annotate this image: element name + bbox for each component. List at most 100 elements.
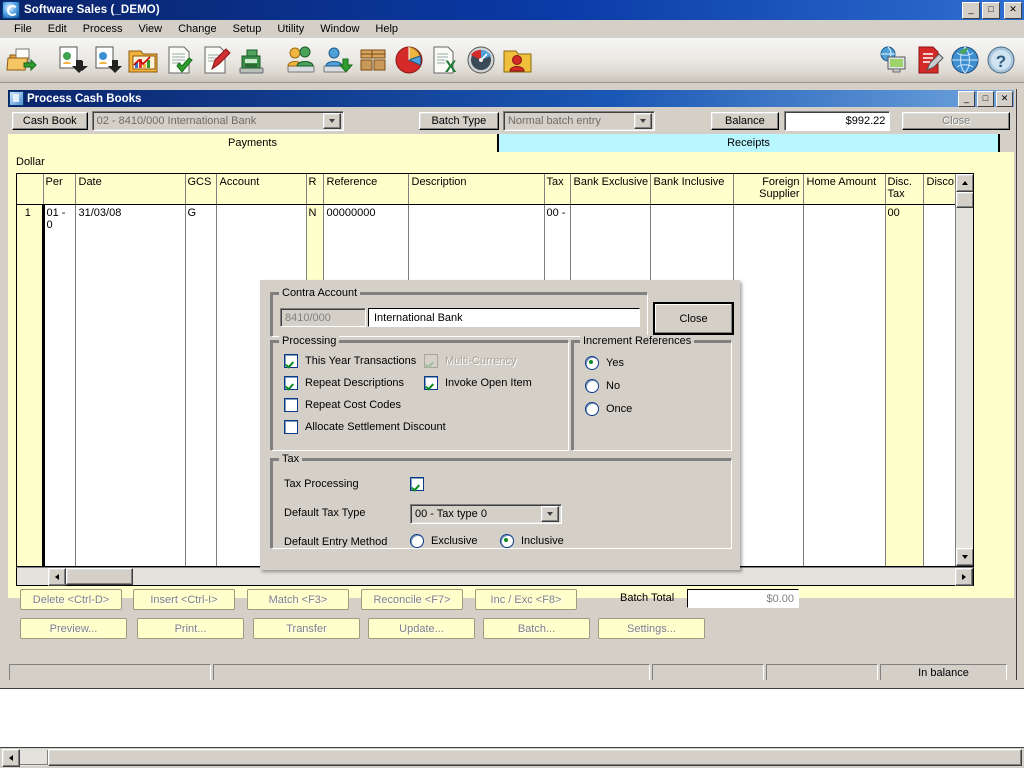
col-header-r[interactable]: R bbox=[306, 174, 324, 205]
supplier-invoice-down-icon[interactable] bbox=[90, 43, 124, 77]
col-header-foreign-supplier[interactable]: Foreign Supplier bbox=[733, 174, 804, 205]
checkbox-invoke-open-item[interactable]: Invoke Open Item bbox=[424, 376, 532, 390]
remote-desktop-icon[interactable] bbox=[876, 43, 910, 77]
cell-date[interactable]: 31/03/08 bbox=[75, 204, 186, 566]
col-header-date[interactable]: Date bbox=[75, 174, 186, 205]
inventory-boxes-icon[interactable] bbox=[356, 43, 390, 77]
child-minimize-button[interactable]: _ bbox=[958, 91, 975, 107]
col-header-disc-tax[interactable]: Disc. Tax bbox=[885, 174, 924, 205]
horizontal-scroll-thumb[interactable] bbox=[66, 568, 133, 585]
internet-globe-icon[interactable] bbox=[948, 43, 982, 77]
transfer-button[interactable]: Transfer bbox=[253, 618, 360, 639]
tab-receipts[interactable]: Receipts bbox=[499, 134, 1000, 152]
menu-file[interactable]: File bbox=[6, 22, 40, 36]
scroll-down-button[interactable] bbox=[956, 548, 973, 566]
menu-utility[interactable]: Utility bbox=[269, 22, 312, 36]
col-header-rowno[interactable] bbox=[17, 174, 44, 205]
scroll-left-button[interactable] bbox=[48, 567, 66, 586]
notes-edit-icon[interactable] bbox=[912, 43, 946, 77]
dialog-close-button[interactable]: Close bbox=[653, 302, 734, 335]
scroll-up-button[interactable] bbox=[956, 174, 973, 192]
radio-increment-yes[interactable]: Yes bbox=[585, 356, 624, 370]
customers-group-icon[interactable] bbox=[284, 43, 318, 77]
checkbox-repeat-descriptions[interactable]: Repeat Descriptions bbox=[284, 376, 404, 390]
close-cashbook-button[interactable]: Close bbox=[902, 111, 1011, 130]
menu-change[interactable]: Change bbox=[170, 22, 225, 36]
radio-increment-no[interactable]: No bbox=[585, 379, 620, 393]
dashboard-gauge-icon[interactable] bbox=[464, 43, 498, 77]
menu-view[interactable]: View bbox=[130, 22, 170, 36]
menu-setup[interactable]: Setup bbox=[225, 22, 270, 36]
cell-gcs[interactable]: G bbox=[185, 204, 217, 566]
balance-button[interactable]: Balance bbox=[711, 111, 779, 130]
open-folder-export-icon[interactable] bbox=[4, 43, 38, 77]
menu-help[interactable]: Help bbox=[367, 22, 406, 36]
col-header-description[interactable]: Description bbox=[408, 174, 545, 205]
child-maximize-button[interactable]: □ bbox=[977, 91, 994, 107]
main-scroll-left-button[interactable] bbox=[2, 748, 20, 767]
col-header-tax[interactable]: Tax bbox=[544, 174, 571, 205]
checkbox-tax-processing[interactable] bbox=[410, 477, 424, 491]
radio-increment-once[interactable]: Once bbox=[585, 402, 632, 416]
settings-button[interactable]: Settings... bbox=[598, 618, 705, 639]
svg-text:X: X bbox=[445, 57, 457, 76]
match-button[interactable]: Match <F3> bbox=[247, 589, 349, 610]
batch-button[interactable]: Batch... bbox=[483, 618, 590, 639]
batch-type-select[interactable]: Normal batch entry bbox=[502, 110, 656, 131]
col-header-gcs[interactable]: GCS bbox=[185, 174, 217, 205]
cell-disc-tax[interactable]: 00 bbox=[885, 204, 924, 566]
cell-home-amount[interactable] bbox=[803, 204, 886, 566]
child-close-button[interactable]: ✕ bbox=[996, 91, 1013, 107]
customer-add-icon[interactable] bbox=[320, 43, 354, 77]
cash-register-icon[interactable] bbox=[234, 43, 268, 77]
default-tax-type-select[interactable]: 00 - Tax type 0 bbox=[410, 504, 562, 524]
col-header-home-amount[interactable]: Home Amount bbox=[803, 174, 886, 205]
inc-exc-button[interactable]: Inc / Exc <F8> bbox=[475, 589, 577, 610]
checkbox-this-year-transactions[interactable]: This Year Transactions bbox=[284, 354, 416, 368]
cash-book-button[interactable]: Cash Book bbox=[12, 111, 88, 130]
checkbox-allocate-settlement-discount[interactable]: Allocate Settlement Discount bbox=[284, 420, 446, 434]
menu-window[interactable]: Window bbox=[312, 22, 367, 36]
batch-type-button[interactable]: Batch Type bbox=[418, 111, 499, 130]
print-button[interactable]: Print... bbox=[137, 618, 244, 639]
col-header-account[interactable]: Account bbox=[216, 174, 307, 205]
restore-button[interactable]: □ bbox=[982, 2, 1000, 19]
insert-button[interactable]: Insert <Ctrl-I> bbox=[133, 589, 235, 610]
help-question-icon[interactable]: ? bbox=[984, 43, 1018, 77]
excel-export-icon[interactable]: X bbox=[428, 43, 462, 77]
minimize-button[interactable]: _ bbox=[962, 2, 980, 19]
menu-process[interactable]: Process bbox=[75, 22, 131, 36]
delete-button[interactable]: Delete <Ctrl-D> bbox=[20, 589, 122, 610]
col-header-bank-exclusive[interactable]: Bank Exclusive bbox=[570, 174, 651, 205]
col-header-per[interactable]: Per bbox=[43, 174, 76, 205]
cash-book-select[interactable]: 02 - 8410/000 International Bank bbox=[91, 110, 344, 131]
contra-account-name-field[interactable]: International Bank bbox=[368, 308, 640, 327]
chevron-down-icon[interactable] bbox=[322, 112, 341, 129]
chevron-down-icon[interactable] bbox=[634, 112, 653, 129]
main-horizontal-scrollbar[interactable] bbox=[2, 748, 1022, 767]
preview-button[interactable]: Preview... bbox=[20, 618, 127, 639]
reconcile-button[interactable]: Reconcile <F7> bbox=[361, 589, 463, 610]
pie-chart-icon[interactable] bbox=[392, 43, 426, 77]
col-header-reference[interactable]: Reference bbox=[323, 174, 409, 205]
cell-per[interactable]: 01 - 0 bbox=[43, 204, 76, 566]
chevron-down-icon[interactable] bbox=[541, 506, 559, 522]
tab-payments[interactable]: Payments bbox=[8, 134, 499, 152]
radio-entry-inclusive[interactable]: Inclusive bbox=[500, 534, 564, 548]
reports-chart-folder-icon[interactable] bbox=[126, 43, 160, 77]
close-button[interactable]: ✕ bbox=[1004, 2, 1022, 19]
radio-entry-exclusive[interactable]: Exclusive bbox=[410, 534, 477, 548]
payroll-people-icon[interactable] bbox=[500, 43, 534, 77]
cell-foreign-supplier[interactable] bbox=[733, 204, 804, 566]
document-edit-icon[interactable] bbox=[198, 43, 232, 77]
update-button[interactable]: Update... bbox=[368, 618, 475, 639]
document-check-icon[interactable] bbox=[162, 43, 196, 77]
scroll-right-button[interactable] bbox=[955, 567, 973, 586]
customer-receipt-down-icon[interactable] bbox=[54, 43, 88, 77]
vertical-scroll-thumb[interactable] bbox=[956, 192, 973, 208]
grid-vertical-scrollbar[interactable] bbox=[955, 174, 973, 566]
col-header-bank-inclusive[interactable]: Bank Inclusive bbox=[650, 174, 734, 205]
checkbox-repeat-cost-codes[interactable]: Repeat Cost Codes bbox=[284, 398, 401, 412]
checkbox-icon bbox=[284, 354, 298, 368]
menu-edit[interactable]: Edit bbox=[40, 22, 75, 36]
